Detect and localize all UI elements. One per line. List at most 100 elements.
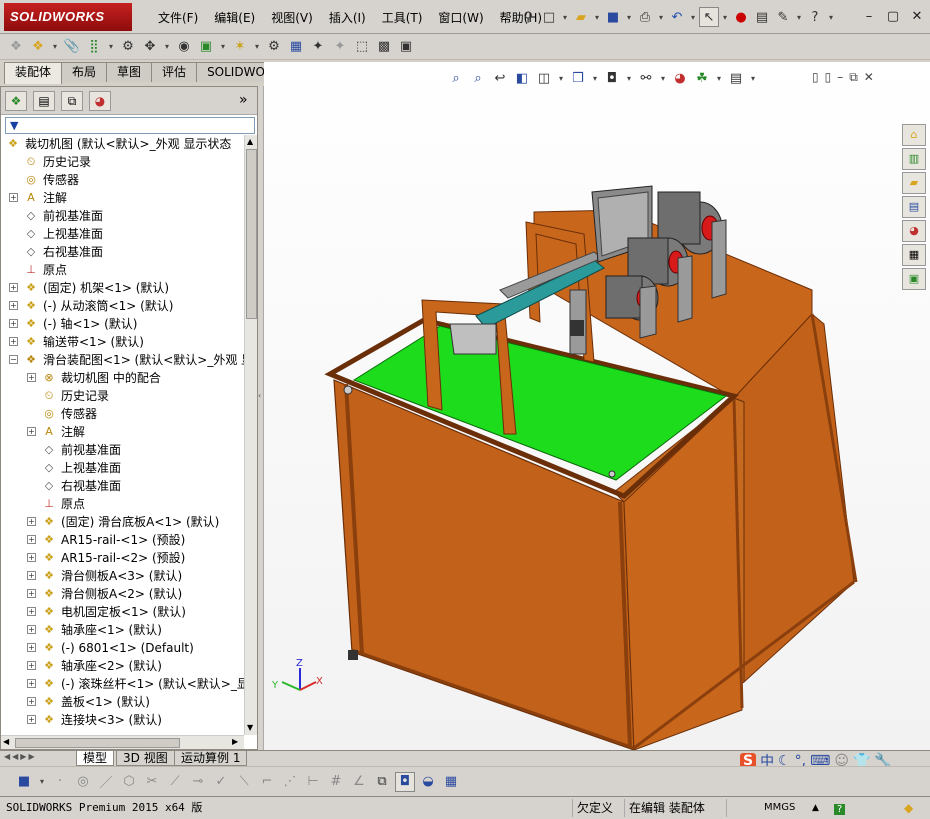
graphics-area[interactable]: ⌕ ⌕ ↩ ◧ ◫ ▾ ❒ ▾ ◘ ▾ ⚯ ▾ ◕ ☘ ▾ ▤ ▾ ▯ ▯ – ⧉ ✕ (264, 62, 930, 750)
scroll-right-icon[interactable]: ▶ (232, 737, 238, 746)
bottom-save-icon[interactable]: ■ (14, 772, 34, 792)
home-icon[interactable]: ⌂ (902, 124, 926, 146)
tree-expander-icon[interactable]: + (27, 535, 36, 544)
property-manager-tab-icon[interactable]: ▤ (33, 91, 55, 111)
help-question-icon[interactable]: ? (805, 7, 825, 27)
table-icon[interactable]: ▦ (441, 772, 461, 792)
forum-icon[interactable]: ▣ (902, 268, 926, 290)
smart-fasteners-icon[interactable]: ⚙ (118, 37, 138, 57)
centerline-icon[interactable]: ⟍ (234, 772, 254, 792)
assembly-features-icon[interactable]: ▣ (196, 37, 216, 57)
undo-dropdown-icon[interactable]: ▾ (688, 7, 698, 27)
corner-rectangle-icon[interactable]: ⌐ (257, 772, 277, 792)
tree-expander-icon[interactable]: + (27, 427, 36, 436)
tree-expander-icon[interactable]: + (27, 697, 36, 706)
linear-pattern-icon[interactable]: ⣿ (84, 37, 104, 57)
menu-file[interactable]: 文件(F) (150, 9, 206, 27)
convert-entities-icon[interactable]: ✓ (211, 772, 231, 792)
reference-dropdown-icon[interactable]: ▾ (252, 37, 262, 57)
print-dropdown-icon[interactable]: ▾ (656, 7, 666, 27)
offset-icon[interactable]: ⊸ (188, 772, 208, 792)
maximize-icon[interactable]: ▢ (882, 8, 904, 26)
tree-expander-icon[interactable]: + (27, 373, 36, 382)
select-dropdown-icon[interactable]: ▾ (720, 7, 730, 27)
file-properties-icon[interactable]: ▤ (752, 7, 772, 27)
tree-expander-icon[interactable]: + (27, 589, 36, 598)
tree-expander-icon[interactable]: + (27, 625, 36, 634)
status-tag-icon[interactable]: ◆ (900, 799, 917, 817)
tree-expander-icon[interactable]: + (9, 319, 18, 328)
show-icon[interactable]: ◒ (418, 772, 438, 792)
custom-properties-icon[interactable]: ▦ (902, 244, 926, 266)
tree-expander-icon[interactable]: + (9, 193, 18, 202)
features-dropdown-icon[interactable]: ▾ (218, 37, 228, 57)
pattern-dropdown-icon[interactable]: ▾ (106, 37, 116, 57)
menu-view[interactable]: 视图(V) (263, 9, 321, 27)
menu-edit[interactable]: 编辑(E) (206, 9, 263, 27)
design-library-icon[interactable]: ▥ (902, 148, 926, 170)
save-icon[interactable]: ■ (603, 7, 623, 27)
tree-horizontal-scrollbar[interactable]: ◀ ▶ (1, 735, 244, 749)
line-icon[interactable]: ／ (96, 772, 116, 792)
dimension-icon[interactable]: ⊢ (303, 772, 323, 792)
3d-box-icon[interactable]: ⧉ (372, 772, 392, 792)
scroll-thumb[interactable] (246, 149, 257, 319)
show-hidden-icon[interactable]: ◉ (174, 37, 194, 57)
expand-panel-icon[interactable]: » (239, 92, 248, 108)
trim-icon[interactable]: ✂ (142, 772, 162, 792)
view-palette-icon[interactable]: ▤ (902, 196, 926, 218)
options-icon[interactable]: ✎ (773, 7, 793, 27)
bill-of-materials-icon[interactable]: ▦ (286, 37, 306, 57)
undo-icon[interactable]: ↶ (667, 7, 687, 27)
select-arrow-icon[interactable]: ↖ (699, 7, 719, 27)
instant3d-icon[interactable]: ▣ (396, 37, 416, 57)
tree-expander-icon[interactable]: + (27, 607, 36, 616)
circle-icon[interactable]: ◎ (73, 772, 93, 792)
units-up-icon[interactable]: ▲ (808, 799, 823, 817)
tree-expander-icon[interactable]: + (27, 661, 36, 670)
interference-detection-icon[interactable]: ⬚ (352, 37, 372, 57)
menu-window[interactable]: 窗口(W) (430, 9, 491, 27)
tree-expander-icon[interactable]: + (27, 553, 36, 562)
file-explorer-icon[interactable]: ▰ (902, 172, 926, 194)
scroll-down-icon[interactable]: ▼ (247, 723, 253, 732)
tab-assembly[interactable]: 装配体 (4, 62, 63, 84)
help-dropdown-icon[interactable]: ▾ (826, 7, 836, 27)
menu-tools[interactable]: 工具(T) (374, 9, 431, 27)
display-manager-tab-icon[interactable]: ◕ (89, 91, 111, 111)
appearances-icon[interactable]: ◕ (902, 220, 926, 242)
tree-expander-icon[interactable]: + (27, 643, 36, 652)
feature-manager-tab-icon[interactable]: ❖ (5, 91, 27, 111)
bottom-save-dropdown-icon[interactable]: ▾ (37, 772, 47, 792)
new-part-icon[interactable]: ❖ (28, 37, 48, 57)
tree-filter-input[interactable]: ▼ (5, 117, 255, 134)
minimize-icon[interactable]: – (858, 8, 880, 26)
mate-icon[interactable]: 📎 (62, 37, 82, 57)
new-document-icon[interactable]: □ (539, 7, 559, 27)
hscroll-thumb[interactable] (15, 738, 180, 748)
grid-icon[interactable]: # (326, 772, 346, 792)
polygon-icon[interactable]: ⬡ (119, 772, 139, 792)
tree-expander-icon[interactable]: + (27, 517, 36, 526)
clearance-verification-icon[interactable]: ▩ (374, 37, 394, 57)
explode-line-sketch-icon[interactable]: ✦ (330, 37, 350, 57)
menu-insert[interactable]: 插入(I) (321, 9, 374, 27)
new-dropdown-icon[interactable]: ▾ (560, 7, 570, 27)
new-motion-study-icon[interactable]: ⚙ (264, 37, 284, 57)
collapse-panel-icon[interactable]: ‹ (258, 391, 261, 400)
tab-scroll-arrows-icon[interactable]: ◀◀▶▶ (4, 752, 37, 761)
tab-layout[interactable]: 布局 (61, 62, 108, 82)
tree-vertical-scrollbar[interactable]: ▲ ▼ (244, 135, 257, 735)
machine-model[interactable]: Z Y X (264, 62, 930, 750)
save-dropdown-icon[interactable]: ▾ (624, 7, 634, 27)
tree-expander-icon[interactable]: + (27, 715, 36, 724)
rebuild-icon[interactable]: ● (731, 7, 751, 27)
mirror-icon[interactable]: ⟋ (165, 772, 185, 792)
tab-3d-views[interactable]: 3D 视图 (116, 751, 175, 766)
tree-expander-icon[interactable]: + (9, 337, 18, 346)
exploded-view-icon[interactable]: ✦ (308, 37, 328, 57)
tab-model[interactable]: 模型 (76, 751, 115, 766)
tree-expander-icon[interactable]: + (27, 571, 36, 580)
status-help-icon[interactable]: ? (830, 799, 849, 817)
tree-expander-icon[interactable]: + (27, 679, 36, 688)
